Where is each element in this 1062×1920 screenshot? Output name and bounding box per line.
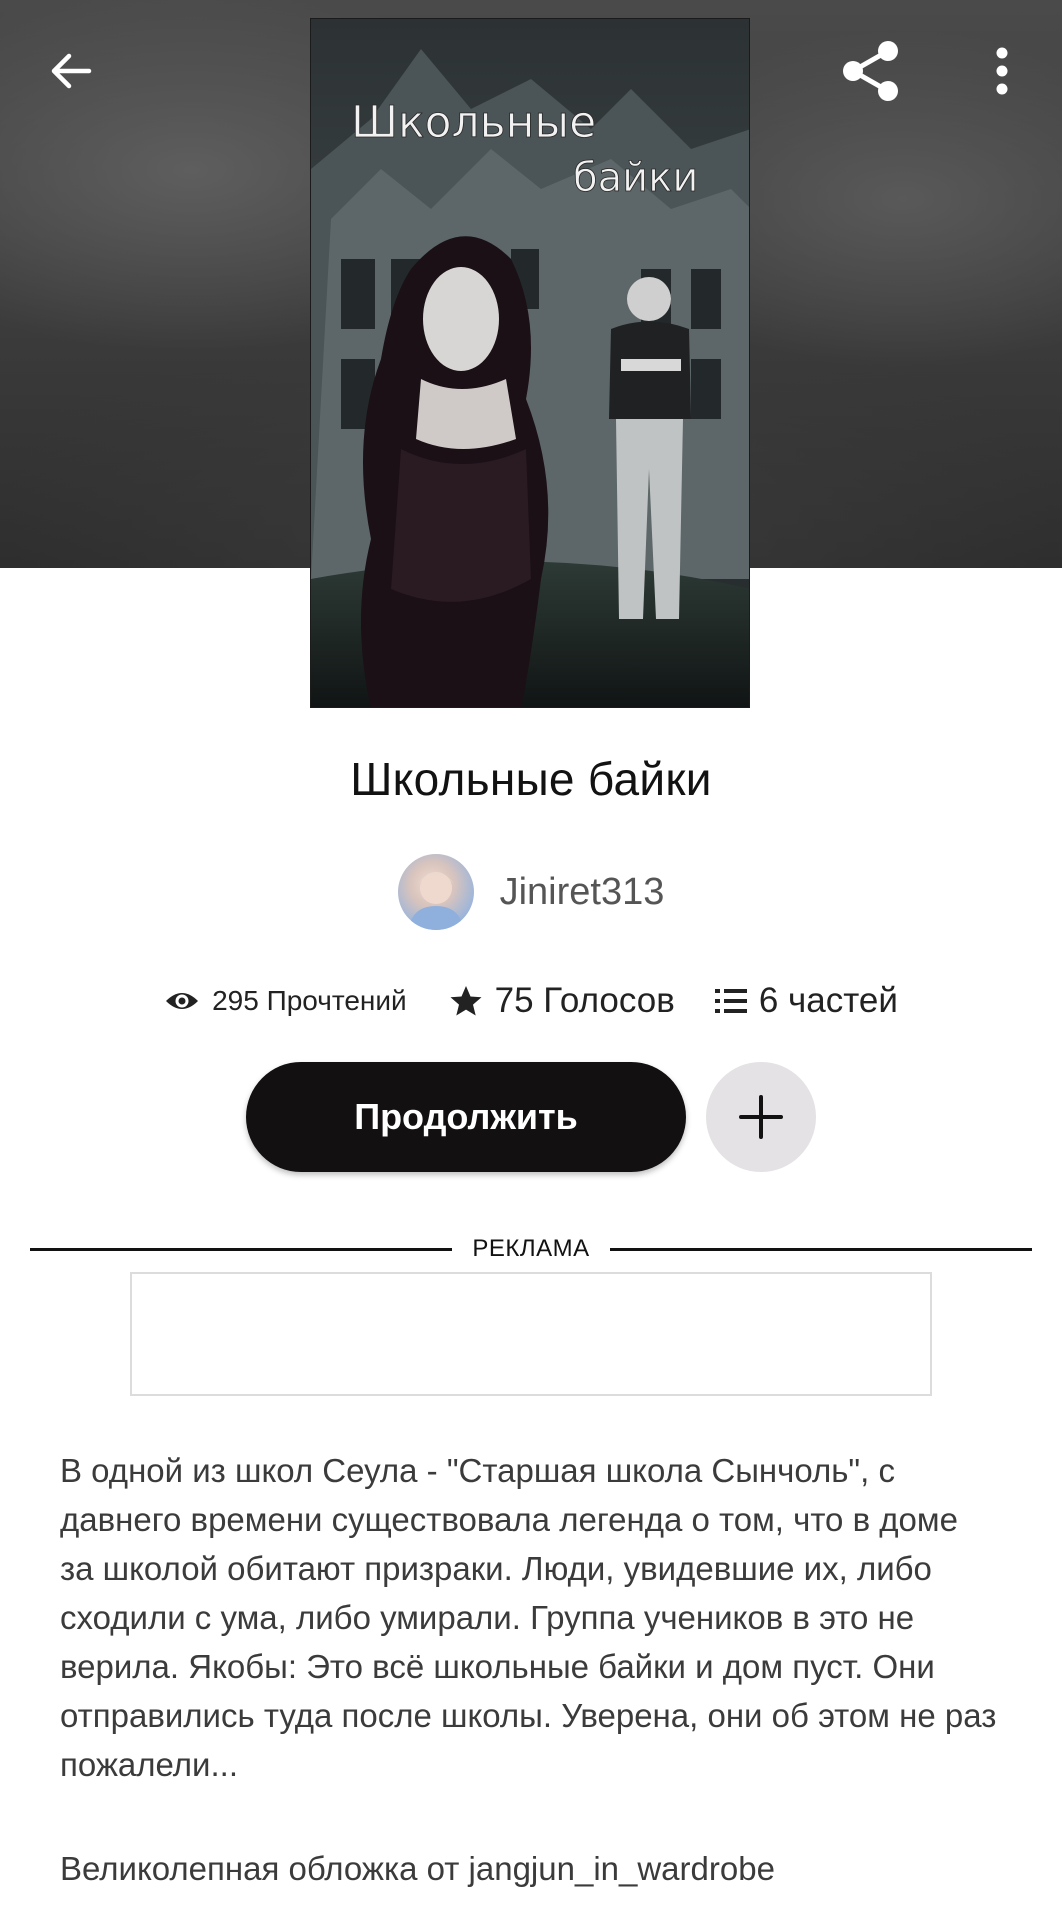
avatar-image bbox=[407, 872, 464, 930]
list-icon bbox=[714, 989, 747, 1013]
votes-stat: 75 Голосов bbox=[449, 981, 675, 1021]
star-icon bbox=[450, 986, 482, 1016]
divider-line-left bbox=[30, 1247, 453, 1251]
continue-label: Продолжить bbox=[354, 1096, 578, 1137]
continue-reading-button[interactable]: Продолжить bbox=[246, 1062, 686, 1172]
votes-count: 75 Голосов bbox=[494, 981, 675, 1020]
reads-count: 295 Прочтений bbox=[212, 985, 407, 1016]
reads-stat: 295 Прочтений bbox=[164, 985, 407, 1017]
eye-icon bbox=[166, 993, 199, 1009]
arrow-left-icon bbox=[51, 53, 92, 89]
divider-line-right bbox=[609, 1247, 1033, 1251]
plus-icon bbox=[739, 1095, 783, 1139]
more-options-button[interactable] bbox=[968, 36, 1036, 106]
story-title: Школьные байки bbox=[350, 753, 712, 805]
more-vertical-icon bbox=[996, 47, 1008, 95]
book-cover[interactable]: Школьные байки bbox=[310, 18, 750, 708]
author-name[interactable]: Jiniret313 bbox=[500, 871, 665, 914]
author-avatar[interactable] bbox=[397, 854, 474, 930]
cover-credit: Великолепная обложка от jangjun_in_wardr… bbox=[60, 1850, 775, 1887]
parts-count: 6 частей bbox=[758, 981, 898, 1020]
add-to-library-button[interactable] bbox=[706, 1062, 816, 1172]
cover-title-line1: Школьные bbox=[351, 97, 596, 148]
cover-artwork: Школьные байки bbox=[311, 19, 749, 707]
ad-slot[interactable] bbox=[130, 1272, 932, 1396]
parts-stat[interactable]: 6 частей bbox=[714, 981, 898, 1021]
author-row[interactable]: Jiniret313 bbox=[0, 852, 1062, 932]
story-description: В одной из школ Сеула - "Старшая школа С… bbox=[60, 1452, 1006, 1783]
ad-label: РЕКЛАМА bbox=[472, 1235, 590, 1262]
back-button[interactable] bbox=[36, 36, 106, 106]
cover-title-line2: байки bbox=[573, 155, 698, 201]
share-icon bbox=[843, 41, 898, 101]
ad-divider: РЕКЛАМА bbox=[30, 1232, 1033, 1266]
story-stats: 295 Прочтений 75 Голосов 6 частей bbox=[0, 970, 1062, 1032]
share-button[interactable] bbox=[836, 36, 906, 106]
